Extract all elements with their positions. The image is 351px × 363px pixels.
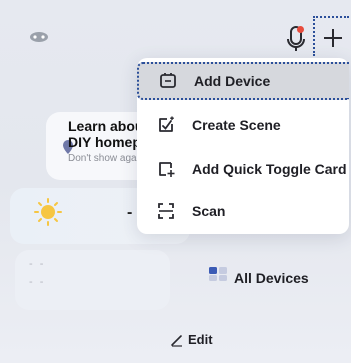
pencil-icon [171, 334, 182, 347]
add-menu: Add Device Create Scene Add Quick Toggle… [137, 58, 349, 234]
cloud-icon[interactable] [29, 30, 49, 42]
empty-card-line1: - - [29, 258, 46, 270]
weather-value: - [127, 204, 133, 221]
empty-card-line2: - - [29, 276, 46, 288]
all-devices-button[interactable]: All Devices [192, 258, 342, 298]
learn-card-title: Learn abou [68, 118, 144, 134]
add-card-icon [159, 162, 175, 177]
add-menu-button[interactable] [313, 16, 349, 56]
menu-item-label: Scan [192, 203, 226, 219]
learn-card-title-line2: DIY homep [68, 134, 141, 150]
edit-button[interactable]: Edit [170, 332, 213, 347]
sun-icon [34, 198, 62, 226]
menu-item-add-device[interactable]: Add Device [137, 62, 349, 100]
edit-label: Edit [188, 332, 213, 347]
devices-grid-icon [209, 267, 227, 281]
notification-dot [297, 26, 304, 33]
menu-item-add-quick-toggle-card[interactable]: Add Quick Toggle Card [137, 150, 349, 188]
menu-item-create-scene[interactable]: Create Scene [137, 106, 349, 144]
menu-item-scan[interactable]: Scan [137, 192, 349, 230]
dont-show-again-link[interactable]: Don't show agai [68, 153, 139, 164]
menu-item-label: Add Quick Toggle Card [192, 161, 347, 177]
create-scene-icon [159, 116, 174, 132]
all-devices-label: All Devices [234, 270, 309, 286]
menu-item-label: Create Scene [192, 117, 281, 133]
menu-item-label: Add Device [194, 73, 271, 89]
plus-icon [324, 29, 342, 47]
scan-icon [158, 203, 174, 219]
add-device-icon [160, 73, 176, 88]
